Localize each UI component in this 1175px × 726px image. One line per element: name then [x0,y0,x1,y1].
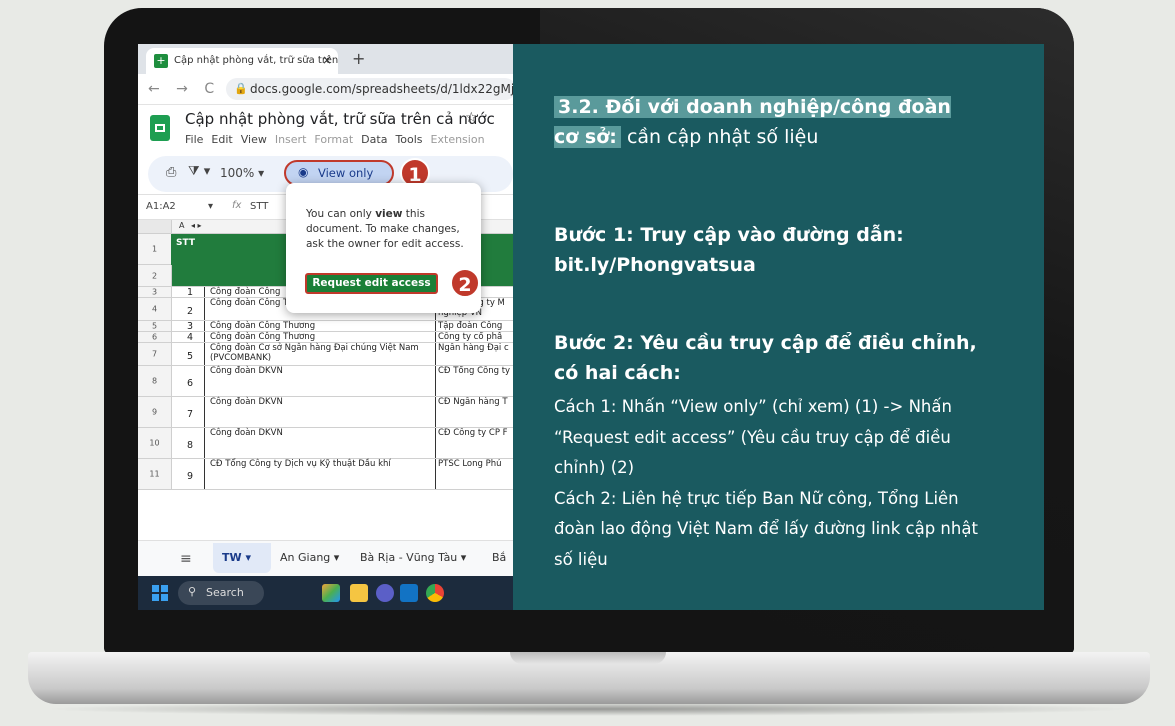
widgets-icon[interactable] [322,584,340,602]
file-explorer-icon[interactable] [350,584,368,602]
cell-union-name[interactable]: CĐ Tổng Công ty Dịch vụ Kỹ thuật Dầu khí [210,459,432,469]
sheet-tab-ba-ria-vung-tau[interactable]: Bà Rịa - Vũng Tàu ▾ [360,551,466,564]
method-text-block: Cách 1: Nhấn “View only” (chỉ xem) (1) -… [554,392,994,575]
view-only-popup: You can only view this document. To make… [286,183,481,313]
sheet-tab-tw[interactable]: TW ▾ [222,551,251,564]
cell-organization[interactable]: CĐ Công ty CP F [438,428,513,458]
taskbar-search-label: Search [206,586,244,599]
all-sheets-menu-icon[interactable]: ≡ [180,551,192,567]
popup-message: You can only view this document. To make… [306,207,476,252]
step-1-text: Bước 1: Truy cập vào đường dẫn: bit.ly/P… [554,224,904,276]
sheet-tab-an-giang[interactable]: An Giang ▾ [280,551,339,564]
step-2-text: Bước 2: Yêu cầu truy cập để điều chỉnh, … [554,332,977,384]
taskbar-search[interactable]: ⚲ Search [178,581,264,605]
table-row[interactable]: 5 3 Công đoàn Công Thương Tập đoàn Công [138,321,513,332]
cell-organization[interactable]: Tập đoàn Công [438,321,513,331]
cell-union-name[interactable]: Công đoàn Công Thương [210,332,432,342]
row-number: 3 [138,287,172,297]
sheet-tabs-bar: ≡ TW ▾ An Giang ▾ Bà Rịa - Vũng Tàu ▾ Bắ [138,540,513,577]
section-heading-rest: cần cập nhật số liệu [620,126,819,148]
step-badge-2: 2 [450,268,480,298]
row-number: 10 [138,428,172,458]
table-row[interactable]: 8 6 Công đoàn DKVN CĐ Tổng Công ty [138,366,513,397]
cell-union-name[interactable]: Công đoàn DKVN [210,428,432,438]
table-row[interactable]: 10 8 Công đoàn DKVN CĐ Công ty CP F [138,428,513,459]
popup-text-1: You can only [306,208,376,220]
row-number: 8 [138,366,172,396]
row-number: 11 [138,459,172,489]
table-row[interactable]: 7 5 Công đoàn Cơ sở Ngân hàng Đại chúng Vi… [138,343,513,366]
row-number: 4 [138,298,172,320]
data-rows: 31Công đoàn Côngộ Côn42Công đoàn Công Th… [138,44,513,610]
cell-stt[interactable]: 8 [176,440,204,451]
cell-stt[interactable]: 7 [176,409,204,420]
popup-text-bold: view [375,208,403,220]
cell-organization[interactable]: CĐ Ngân hàng T [438,397,513,427]
cell-union-name[interactable]: Công đoàn DKVN [210,397,432,407]
table-row[interactable]: 6 4 Công đoàn Công Thương Công ty cổ phầ [138,332,513,343]
laptop-opening-notch [510,652,666,664]
cell-organization[interactable]: CĐ Tổng Công ty [438,366,513,396]
row-number: 6 [138,332,172,342]
method-1-text: Cách 1: Nhấn “View only” (chỉ xem) (1) -… [554,397,952,477]
windows-taskbar: ⚲ Search [138,576,513,610]
cell-union-name[interactable]: Công đoàn Cơ sở Ngân hàng Đại chúng Việt… [210,343,432,363]
laptop-shadow [40,702,1138,716]
table-row[interactable]: 11 9 CĐ Tổng Công ty Dịch vụ Kỹ thuật Dầu … [138,459,513,490]
row-number: 7 [138,343,172,365]
sheet-tab-next[interactable]: Bắ [492,551,506,564]
cell-stt[interactable]: 2 [176,306,204,317]
section-heading: 3.2. Đối với doanh nghiệp/công đoàn cơ s… [554,92,974,152]
windows-start-icon[interactable] [152,585,168,601]
cell-stt[interactable]: 6 [176,378,204,389]
chrome-icon[interactable] [426,584,444,602]
request-edit-access-button[interactable]: Request edit access [305,273,438,294]
row-number: 5 [138,321,172,331]
cell-stt[interactable]: 1 [176,287,204,298]
teams-icon[interactable] [376,584,394,602]
cell-union-name[interactable]: Công đoàn Công Thương [210,321,432,331]
cell-union-name[interactable]: Công đoàn DKVN [210,366,432,376]
outlook-icon[interactable] [400,584,418,602]
cell-organization[interactable]: Ngân hàng Đại c [438,343,513,365]
cell-stt[interactable]: 9 [176,471,204,482]
cell-stt[interactable]: 4 [176,332,204,343]
cell-stt[interactable]: 5 [176,351,204,362]
method-2-text: Cách 2: Liên hệ trực tiếp Ban Nữ công, T… [554,488,978,569]
cell-organization[interactable]: PTSC Long Phú [438,459,513,489]
row-number: 9 [138,397,172,427]
cell-organization[interactable]: Công ty cổ phầ [438,332,513,342]
table-row[interactable]: 9 7 Công đoàn DKVN CĐ Ngân hàng T [138,397,513,428]
cell-stt[interactable]: 3 [176,321,204,332]
search-icon: ⚲ [188,585,197,598]
